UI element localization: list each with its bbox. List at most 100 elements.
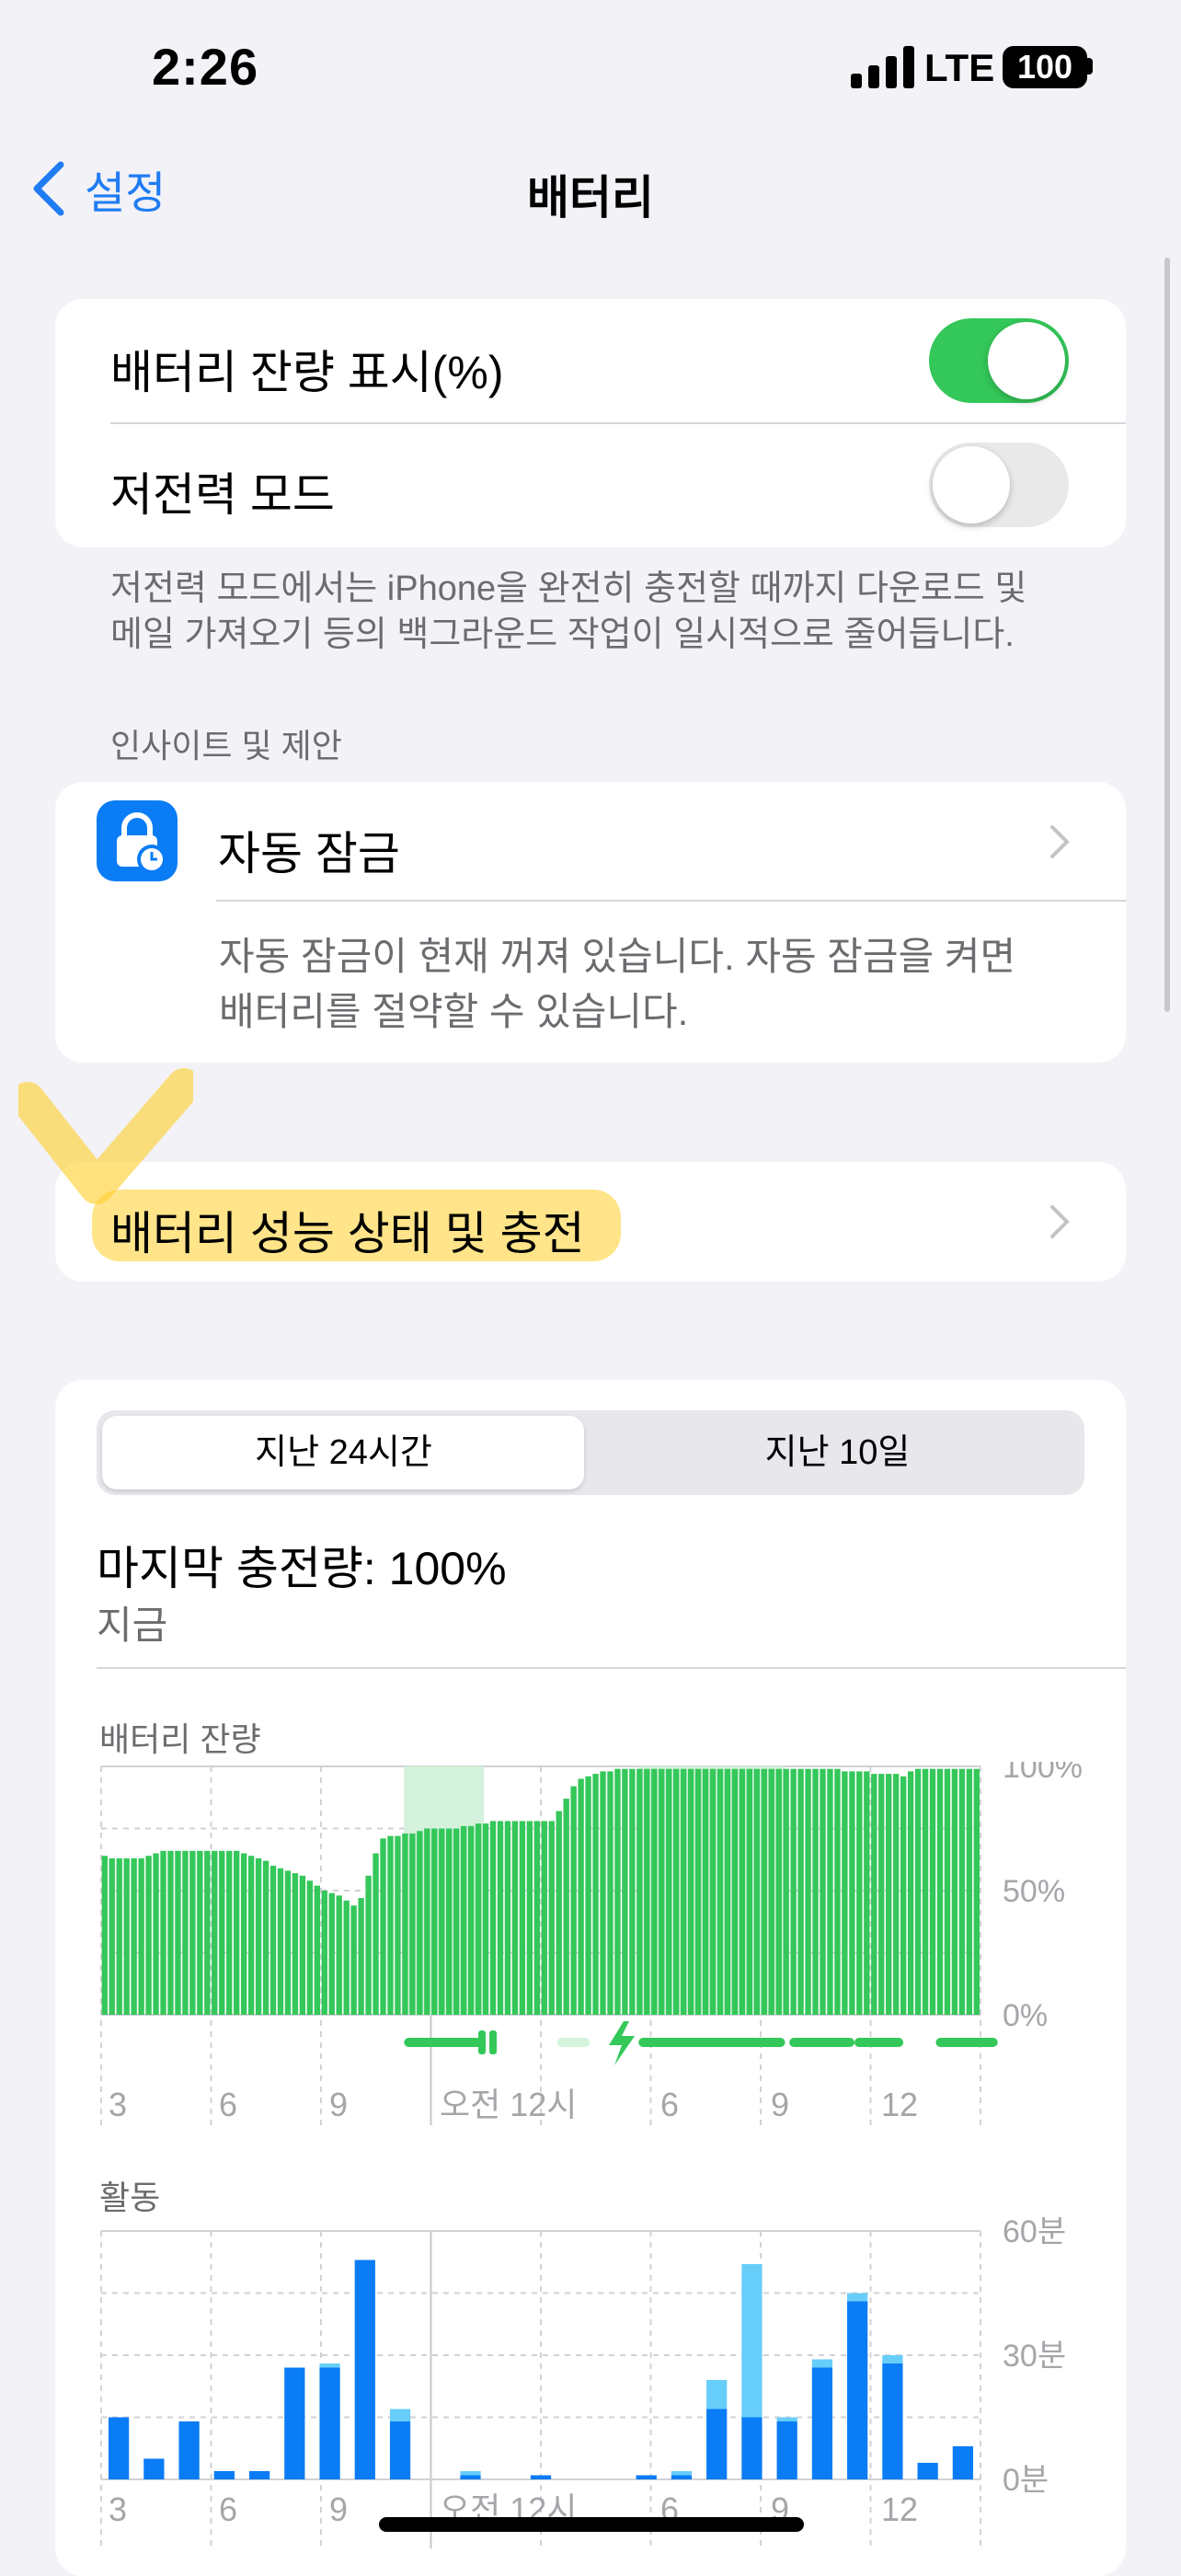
battery-bar <box>834 1768 841 2015</box>
battery-bar <box>893 1774 900 2015</box>
battery-bar <box>277 1868 284 2015</box>
battery-bar <box>724 1768 731 2015</box>
insights-header: 인사이트 및 제안 <box>110 727 342 765</box>
battery-bar <box>504 1821 511 2015</box>
activity-bar-screen-on <box>178 2421 200 2479</box>
low-power-mode-toggle[interactable] <box>929 443 1069 527</box>
y-tick-label: 0% <box>1003 1998 1048 2033</box>
battery-bar <box>402 1833 408 2015</box>
battery-level-chart: 100% 50% 0% 3 6 9 오전 12시 6 9 12 <box>100 1762 1083 2125</box>
charging-strip <box>789 2038 854 2047</box>
activity-bar-screen-off <box>671 2471 693 2476</box>
battery-bar <box>387 1835 394 2015</box>
battery-bar <box>234 1850 240 2015</box>
activity-bar-screen-off <box>882 2355 903 2363</box>
battery-bar <box>358 1898 364 2015</box>
pause-bar <box>478 2030 486 2054</box>
activity-bar-screen-off <box>776 2417 797 2421</box>
battery-bar <box>805 1768 811 2015</box>
toggle-knob <box>933 446 1010 523</box>
battery-bar <box>269 1866 277 2015</box>
battery-bar <box>417 1831 423 2015</box>
activity-bar-screen-off <box>811 2359 833 2368</box>
battery-bar <box>607 1771 613 2015</box>
auto-lock-icon <box>97 800 178 881</box>
chevron-right-icon <box>1050 1205 1070 1238</box>
tab-last-10-days[interactable]: 지난 10일 <box>590 1410 1084 1495</box>
activity-bar-screen-off <box>460 2471 481 2476</box>
battery-bar <box>219 1850 225 2015</box>
battery-bar <box>292 1873 299 2015</box>
battery-percentage-toggle[interactable] <box>929 318 1069 403</box>
y-tick-label: 100% <box>1003 1762 1083 1785</box>
battery-icon: 100 <box>1003 46 1087 88</box>
battery-bar <box>783 1768 789 2015</box>
battery-bar <box>489 1821 497 2015</box>
battery-bar <box>775 1768 782 2015</box>
battery-bar <box>753 1768 760 2015</box>
battery-bar <box>321 1891 327 2015</box>
battery-bar <box>973 1768 980 2015</box>
battery-bar <box>922 1768 929 2015</box>
battery-bar <box>673 1768 680 2015</box>
battery-bar <box>644 1768 650 2015</box>
desc-line-2: 배터리를 절약할 수 있습니다. <box>219 990 689 1033</box>
low-power-mode-label: 저전력 모드 <box>110 469 335 521</box>
battery-bar <box>966 1768 973 2015</box>
auto-lock-card[interactable]: 자동 잠금 자동 잠금이 현재 꺼져 있습니다. 자동 잠금을 켜면 배터리를 … <box>55 782 1126 1063</box>
x-tick-label: 오전 12시 <box>440 2086 577 2123</box>
battery-bar <box>519 1821 526 2015</box>
battery-health-row[interactable]: 배터리 성능 상태 및 충전 <box>55 1162 1126 1282</box>
battery-bar <box>189 1850 196 2015</box>
activity-bar-screen-on <box>319 2367 340 2479</box>
battery-bar <box>453 1828 460 2015</box>
battery-bar <box>350 1905 357 2015</box>
page-title: 배터리 <box>527 172 654 224</box>
x-tick-label: 3 <box>109 2086 127 2123</box>
battery-bar <box>900 1776 907 2015</box>
home-indicator[interactable] <box>379 2517 804 2532</box>
battery-bar <box>247 1856 255 2015</box>
activity-bar-screen-on <box>882 2363 903 2479</box>
x-tick-label: 12 <box>881 2086 918 2123</box>
battery-bar <box>585 1776 591 2015</box>
battery-bar <box>629 1768 636 2015</box>
battery-bar <box>709 1768 717 2015</box>
battery-bar <box>929 1768 936 2015</box>
cellular-signal-icon <box>851 46 914 88</box>
network-type: LTE <box>924 46 995 89</box>
battery-bar <box>343 1900 350 2015</box>
battery-bar <box>395 1835 401 2015</box>
scroll-indicator[interactable] <box>1164 258 1170 1012</box>
battery-bar <box>878 1774 885 2015</box>
battery-bar <box>600 1771 606 2015</box>
activity-bar-screen-on <box>741 2417 762 2479</box>
tab-last-24-hours[interactable]: 지난 24시간 <box>97 1410 590 1495</box>
activity-chart: 60분30분0분3 6 9 오전 12시 6 9 12 <box>100 2217 1066 2548</box>
x-tick-label: 3 <box>109 2490 127 2528</box>
time-range-segmented-control: 지난 24시간 지난 10일 <box>97 1410 1084 1495</box>
battery-settings-card: 배터리 잔량 표시(%) 저전력 모드 <box>55 299 1126 547</box>
activity-bar-screen-on <box>284 2367 305 2479</box>
activity-bar-screen-on <box>952 2446 973 2479</box>
activity-bar-screen-off <box>741 2264 762 2418</box>
activity-bar-screen-on <box>847 2301 868 2479</box>
battery-bar <box>336 1895 342 2015</box>
battery-bar <box>936 1768 944 2015</box>
battery-bar <box>687 1768 694 2015</box>
activity-bar-screen-on <box>248 2471 270 2479</box>
battery-bar <box>299 1875 306 2015</box>
battery-bar <box>131 1857 137 2015</box>
battery-bar <box>306 1880 314 2015</box>
battery-bar <box>380 1838 386 2015</box>
battery-bar <box>541 1821 547 2015</box>
battery-bar <box>262 1860 269 2015</box>
battery-bar <box>511 1821 519 2015</box>
battery-bar <box>533 1821 540 2015</box>
battery-bar <box>914 1768 922 2015</box>
activity-bar-screen-on <box>636 2475 657 2479</box>
activity-bar-screen-on <box>354 2260 375 2479</box>
charging-strip <box>556 2038 590 2047</box>
battery-bar <box>827 1768 833 2015</box>
battery-bar <box>255 1857 262 2015</box>
